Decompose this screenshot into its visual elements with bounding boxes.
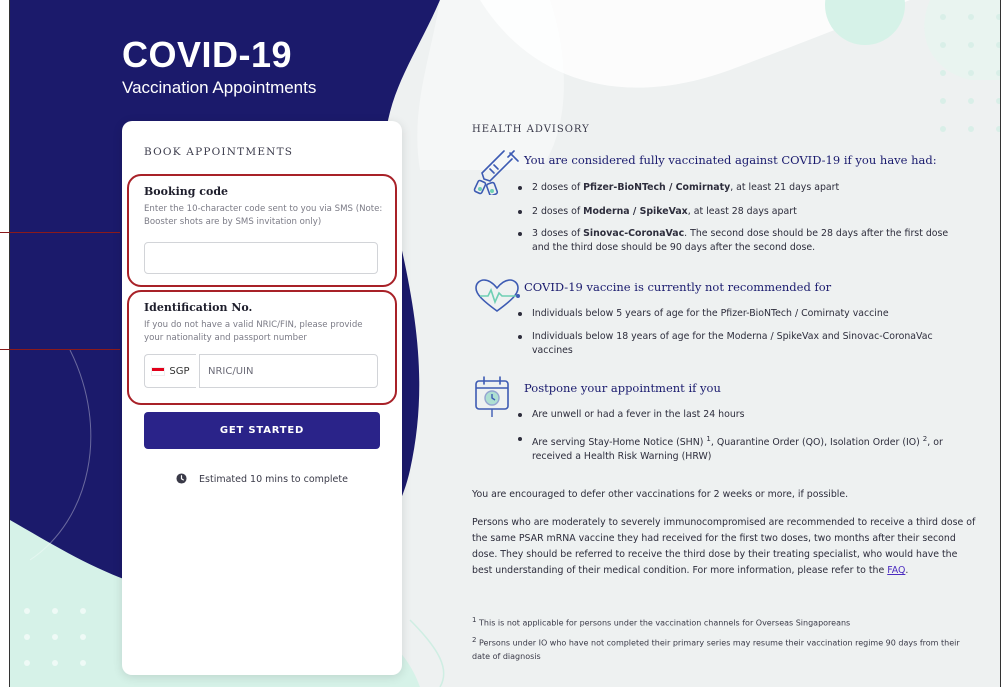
faq-link[interactable]: FAQ xyxy=(887,565,905,576)
identification-help: If you do not have a valid NRIC/FIN, ple… xyxy=(144,320,363,343)
booking-code-label: Booking code xyxy=(144,185,229,198)
list-item: Individuals below 5 years of age for the… xyxy=(518,307,952,321)
list-item: 2 doses of Pfizer-BioNTech / Comirnaty, … xyxy=(518,181,952,195)
advisory-title: HEALTH ADVISORY xyxy=(472,124,590,135)
singapore-flag-icon xyxy=(151,366,166,376)
booking-code-help: Enter the 10-character code sent to you … xyxy=(144,204,383,227)
country-selector[interactable]: SGP xyxy=(144,354,196,388)
list-item: 3 doses of Sinovac-CoronaVac. The second… xyxy=(518,227,952,255)
decorative-dots xyxy=(940,14,1000,134)
booking-card: BOOK APPOINTMENTS Booking code Enter the… xyxy=(122,121,402,675)
list-item: Are serving Stay-Home Notice (SHN) 1, Qu… xyxy=(518,432,952,464)
heart-icon xyxy=(475,279,520,312)
decorative-dots-bottom xyxy=(10,600,130,687)
booking-code-input[interactable] xyxy=(144,242,378,274)
booking-code-group: Booking code Enter the 10-character code… xyxy=(127,174,397,287)
vaccine-icon xyxy=(473,150,519,195)
callout-line xyxy=(0,232,120,233)
list-item: Individuals below 18 years of age for th… xyxy=(518,330,952,358)
estimate-text: Estimated 10 mins to complete xyxy=(122,473,402,485)
get-started-button[interactable]: GET STARTED xyxy=(144,412,380,449)
brand-subtitle: Vaccination Appointments xyxy=(122,78,317,97)
list-item: 2 doses of Moderna / SpikeVax, at least … xyxy=(518,205,952,219)
page-frame: COVID-19 Vaccination Appointments BOOK A… xyxy=(9,0,1001,687)
nric-input[interactable] xyxy=(199,354,378,388)
clock-icon xyxy=(176,473,187,484)
brand-title: COVID-19 xyxy=(122,34,293,75)
defer-text: You are encouraged to defer other vaccin… xyxy=(472,489,849,500)
country-code: SGP xyxy=(169,365,190,377)
not-recommended-heading: COVID-19 vaccine is currently not recomm… xyxy=(524,280,832,294)
vaccinated-heading: You are considered fully vaccinated agai… xyxy=(524,153,937,167)
identification-label: Identification No. xyxy=(144,301,253,314)
identification-group: Identification No. If you do not have a … xyxy=(127,290,397,405)
calendar-icon xyxy=(475,376,509,417)
immunocompromised-text: Persons who are moderately to severely i… xyxy=(472,517,976,576)
estimate-label: Estimated 10 mins to complete xyxy=(199,474,348,485)
callout-line xyxy=(0,349,120,350)
card-heading: BOOK APPOINTMENTS xyxy=(144,146,294,158)
footnote-2: 2 Persons under IO who have not complete… xyxy=(472,636,960,661)
footnote-1: 1 This is not applicable for persons und… xyxy=(472,616,851,628)
list-item: Are unwell or had a fever in the last 24… xyxy=(518,408,952,422)
postpone-heading: Postpone your appointment if you xyxy=(524,381,721,395)
